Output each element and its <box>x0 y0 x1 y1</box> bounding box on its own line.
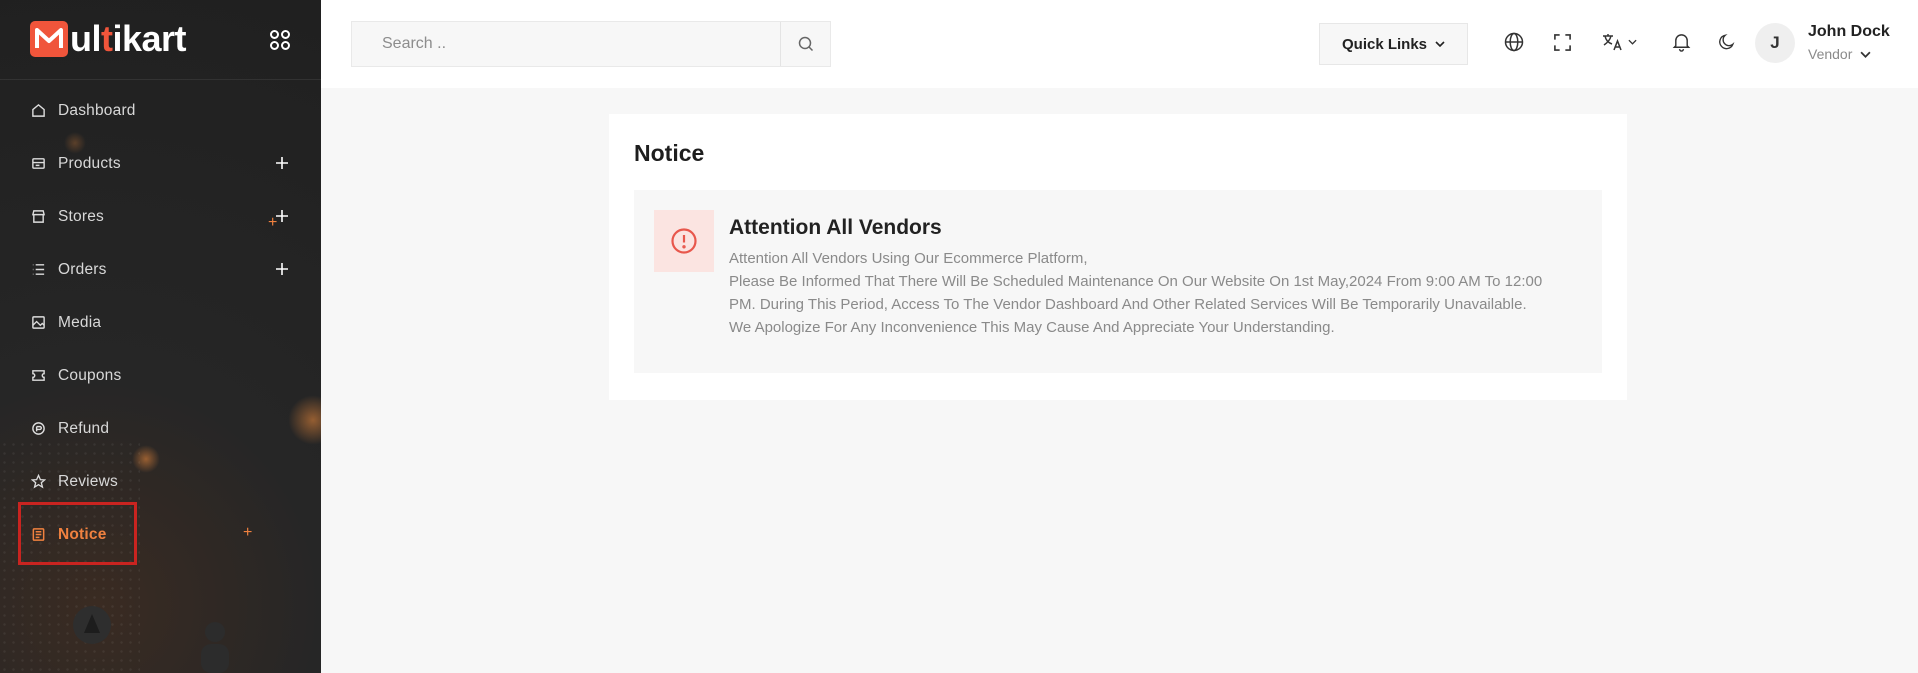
user-role: Vendor <box>1808 46 1853 62</box>
sidebar-item-orders[interactable]: Orders <box>0 243 321 296</box>
store-icon <box>31 209 46 224</box>
sidebar-item-label: Stores <box>58 207 104 225</box>
user-role-dropdown[interactable]: Vendor <box>1808 46 1871 62</box>
chevron-down-icon <box>1435 41 1445 47</box>
sidebar: + ultikart Dashboard Products Stores Ord… <box>0 0 321 673</box>
sidebar-item-label: Dashboard <box>58 101 136 119</box>
notice-line: We Apologize For Any Inconvenience This … <box>729 319 1335 336</box>
sidebar-nav: Dashboard Products Stores Orders Media C… <box>0 84 321 561</box>
logo-text: ultikart <box>70 18 187 59</box>
bell-icon[interactable] <box>1670 31 1692 53</box>
avatar[interactable]: J <box>1755 23 1795 63</box>
chevron-down-icon <box>1627 39 1637 45</box>
sidebar-item-media[interactable]: Media <box>0 296 321 349</box>
sidebar-item-dashboard[interactable]: Dashboard <box>0 84 321 137</box>
notice-item: Attention All Vendors Attention All Vend… <box>634 190 1602 373</box>
sidebar-item-label: Refund <box>58 419 110 437</box>
search-button[interactable] <box>780 22 830 66</box>
sidebar-item-products[interactable]: Products <box>0 137 321 190</box>
search-icon <box>798 36 813 52</box>
sidebar-item-label: Orders <box>58 260 107 278</box>
sidebar-item-label: Products <box>58 154 121 172</box>
expand-plus-icon[interactable] <box>275 209 289 223</box>
expand-plus-icon[interactable] <box>275 156 289 170</box>
sidebar-item-label: Coupons <box>58 366 122 384</box>
sidebar-item-label: Media <box>58 313 102 331</box>
language-translate-icon[interactable] <box>1598 31 1640 53</box>
sidebar-item-refund[interactable]: Refund <box>0 402 321 455</box>
decorative-badge-icon <box>73 606 111 644</box>
user-name[interactable]: John Dock <box>1808 23 1890 41</box>
notice-heading: Attention All Vendors <box>729 216 942 239</box>
active-item-highlight <box>18 502 137 565</box>
ticket-icon <box>31 368 46 383</box>
alert-circle-icon <box>654 210 714 272</box>
dark-mode-moon-icon[interactable] <box>1716 31 1738 53</box>
sidebar-item-coupons[interactable]: Coupons <box>0 349 321 402</box>
notice-body: Attention All Vendors Using Our Ecommerc… <box>729 247 1549 339</box>
sidebar-divider <box>0 79 321 80</box>
quick-links-button[interactable]: Quick Links <box>1319 23 1468 65</box>
home-icon <box>31 103 46 118</box>
globe-icon[interactable] <box>1503 31 1525 53</box>
fullscreen-icon[interactable] <box>1551 31 1573 53</box>
sidebar-item-reviews[interactable]: Reviews <box>0 455 321 508</box>
page-title: Notice <box>634 140 705 166</box>
expand-plus-icon[interactable] <box>275 262 289 276</box>
chevron-down-icon <box>1860 51 1871 58</box>
refund-icon <box>31 421 46 436</box>
star-icon <box>31 474 46 489</box>
logo-mark-icon <box>30 21 68 57</box>
sparkle-icon: + <box>243 524 253 541</box>
notice-card: Notice Attention All Vendors Attention A… <box>609 114 1627 400</box>
sidebar-item-stores[interactable]: Stores <box>0 190 321 243</box>
notice-line: Attention All Vendors Using Our Ecommerc… <box>729 250 1088 267</box>
search-bar <box>351 21 831 67</box>
app-logo[interactable]: ultikart <box>30 18 187 59</box>
top-header: Quick Links J John Dock Vendor <box>321 0 1918 88</box>
sidebar-item-label: Reviews <box>58 472 118 490</box>
quick-links-label: Quick Links <box>1341 35 1428 53</box>
products-icon <box>31 156 46 171</box>
list-icon <box>31 262 46 277</box>
search-input[interactable] <box>352 22 780 66</box>
notice-line: Please Be Informed That There Will Be Sc… <box>729 273 1543 313</box>
decorative-figure-icon <box>201 622 229 673</box>
apps-grid-icon[interactable] <box>268 28 292 52</box>
image-icon <box>31 315 46 330</box>
